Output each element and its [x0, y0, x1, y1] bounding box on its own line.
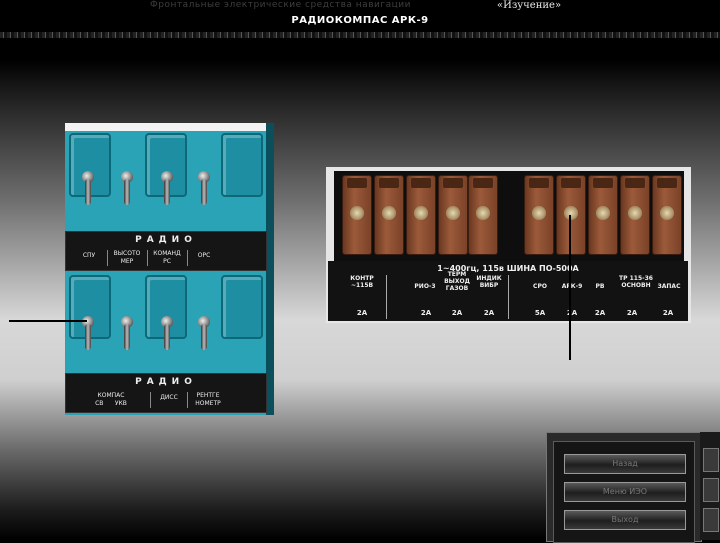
plate-label-roentgenometer: РЕНТГЕ НОМЕТР	[195, 392, 221, 407]
toggle-switch-compass-ukv[interactable]	[121, 316, 133, 350]
plate-label-command: КОМАНД РС	[153, 250, 181, 265]
fuse-holder	[468, 175, 498, 255]
pointer-line-right	[569, 215, 571, 360]
plate-label-diss: ДИСС	[160, 394, 178, 401]
fuse-holder	[438, 175, 468, 255]
header-bar: Фронтальные электрические средства навиг…	[0, 0, 720, 38]
toggle-switch-roentgenometer[interactable]	[198, 316, 210, 350]
fuse-label-transformer: ТР 115-36 ОСНОВН	[619, 275, 653, 289]
switch-housing	[221, 133, 263, 197]
header-subtitle: Фронтальные электрические средства навиг…	[150, 0, 411, 10]
pointer-line-left	[9, 320, 87, 322]
fuse-holder	[620, 175, 650, 255]
plate-label-compass: КОМПАС СВ УКВ	[95, 392, 127, 407]
fuse-label-vibration: ИНДИК ВИБР	[476, 275, 502, 289]
fuse-label-rv: РВ	[595, 283, 605, 290]
fuse-holder	[652, 175, 682, 255]
exit-button[interactable]: Выход	[564, 510, 686, 530]
toggle-switch-ors[interactable]	[198, 171, 210, 205]
toggle-switch-command-rs[interactable]	[161, 171, 173, 205]
ieo-menu-button[interactable]: Меню ИЭО	[564, 482, 686, 502]
toggle-switch-spu[interactable]	[82, 171, 94, 205]
navigation-panel: Назад Меню ИЭО Выход	[546, 432, 702, 543]
fuse-label-control: КОНТР ~115В	[350, 275, 374, 289]
radio-label-plate-bottom: РАДИО КОМПАС СВ УКВ ДИСС РЕНТГЕ НОМЕТР	[65, 373, 267, 413]
switch-panel-photo: РАДИО СПУ ВЫСОТО МЕР КОМАНД РС ОРС РАДИО…	[65, 123, 274, 415]
fuse-holder-ark9[interactable]	[556, 175, 586, 255]
fuse-label-rio3: РИО-3	[414, 283, 436, 290]
fuse-panel-photo: 1~400гц, 115в ШИНА ПО-500А КОНТР ~115В 2…	[326, 167, 691, 323]
fuse-bus-title: 1~400гц, 115в ШИНА ПО-500А	[437, 264, 579, 273]
plate-label-spu: СПУ	[82, 252, 96, 259]
radio-label-plate-top: РАДИО СПУ ВЫСОТО МЕР КОМАНД РС ОРС	[65, 231, 267, 271]
fuse-label-reserve: ЗАПАС	[657, 283, 681, 290]
fuse-label-plate: 1~400гц, 115в ШИНА ПО-500А КОНТР ~115В 2…	[328, 261, 688, 321]
switch-housing	[221, 275, 263, 339]
header-divider	[0, 32, 720, 38]
fuse-label-thermo: ТЕРМ ВЫХОД ГАЗОВ	[444, 271, 470, 292]
back-button[interactable]: Назад	[564, 454, 686, 474]
toggle-switch-altimeter[interactable]	[121, 171, 133, 205]
page-title: РАДИОКОМПАС АРК-9	[291, 15, 429, 26]
nav-side-ornament	[700, 432, 720, 540]
plate-label-ors: ОРС	[197, 252, 211, 259]
fuse-holder	[374, 175, 404, 255]
toggle-switch-diss[interactable]	[161, 316, 173, 350]
mode-badge: «Изучение»	[497, 0, 562, 11]
fuse-holder	[588, 175, 618, 255]
fuse-label-sro: СРО	[533, 283, 547, 290]
fuse-holder	[342, 175, 372, 255]
plate-label-altimeter: ВЫСОТО МЕР	[113, 250, 141, 265]
fuse-holder	[524, 175, 554, 255]
fuse-holder	[406, 175, 436, 255]
fuse-label-ark9: АРК-9	[561, 283, 583, 290]
